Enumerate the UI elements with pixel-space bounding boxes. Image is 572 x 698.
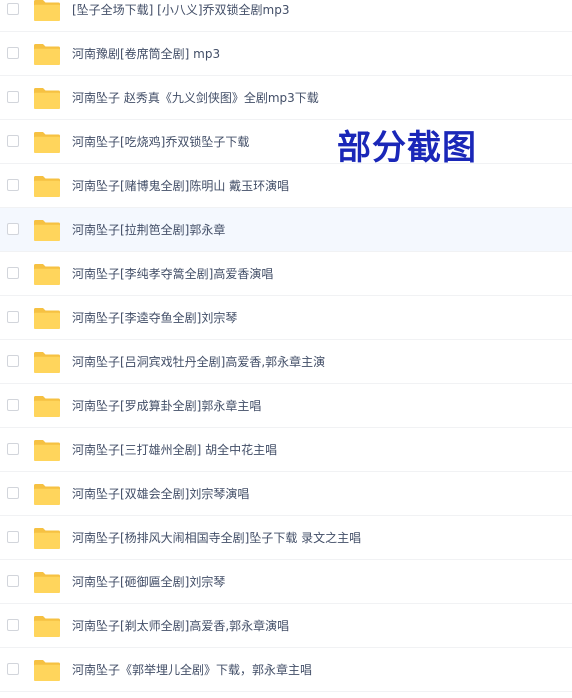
folder-icon (33, 350, 61, 374)
row-checkbox[interactable] (7, 531, 19, 543)
folder-icon (33, 218, 61, 242)
file-row[interactable]: [坠子全场下载] [小八义]乔双锁全剧mp3 (0, 0, 572, 32)
file-row[interactable]: 河南坠子[三打雄州全剧] 胡全中花主唱 (0, 428, 572, 472)
folder-icon-graphic (34, 352, 60, 373)
row-checkbox[interactable] (7, 575, 19, 587)
folder-icon (33, 570, 61, 594)
folder-icon-graphic (34, 308, 60, 329)
file-name-link[interactable]: 河南坠子[双雄会全剧]刘宗琴演唱 (72, 472, 249, 516)
folder-icon-graphic (34, 616, 60, 637)
row-checkbox[interactable] (7, 91, 19, 103)
watermark-text: 部分截图 (337, 128, 477, 168)
file-name-link[interactable]: 河南坠子[李纯孝夺篙全剧]高爱香演唱 (72, 252, 273, 296)
folder-icon (33, 658, 61, 682)
row-checkbox[interactable] (7, 487, 19, 499)
file-name-link[interactable]: 河南坠子《郭举埋儿全剧》下载，郭永章主唱 (72, 648, 312, 692)
row-checkbox[interactable] (7, 179, 19, 191)
file-name-link[interactable]: 河南坠子 赵秀真《九义剑侠图》全剧mp3下载 (72, 76, 319, 120)
folder-icon (33, 262, 61, 286)
file-name-link[interactable]: 河南坠子[吕洞宾戏牡丹全剧]高爱香,郭永章主演 (72, 340, 325, 384)
file-row[interactable]: 河南坠子[罗成算卦全剧]郭永章主唱 (0, 384, 572, 428)
row-checkbox[interactable] (7, 619, 19, 631)
file-name-link[interactable]: 河南坠子[罗成算卦全剧]郭永章主唱 (72, 384, 261, 428)
folder-icon (33, 526, 61, 550)
folder-icon-graphic (34, 264, 60, 285)
file-row[interactable]: 河南坠子[李逵夺鱼全剧]刘宗琴 (0, 296, 572, 340)
folder-icon (33, 86, 61, 110)
row-checkbox[interactable] (7, 135, 19, 147)
row-checkbox[interactable] (7, 267, 19, 279)
folder-icon (33, 482, 61, 506)
file-row[interactable]: 河南坠子[拉荆笆全剧]郭永章 (0, 208, 572, 252)
folder-icon-graphic (34, 396, 60, 417)
folder-icon-graphic (34, 44, 60, 65)
file-name-link[interactable]: 河南坠子[李逵夺鱼全剧]刘宗琴 (72, 296, 237, 340)
file-row[interactable]: 河南坠子[砸御匾全剧]刘宗琴 (0, 560, 572, 604)
file-row[interactable]: 河南豫剧[卷席筒全剧] mp3 (0, 32, 572, 76)
folder-icon (33, 306, 61, 330)
folder-icon (33, 438, 61, 462)
row-checkbox[interactable] (7, 223, 19, 235)
file-name-link[interactable]: 河南坠子[杨排风大闹相国寺全剧]坠子下载 录文之主唱 (72, 516, 361, 560)
row-checkbox[interactable] (7, 399, 19, 411)
folder-icon-graphic (34, 572, 60, 593)
file-row[interactable]: 河南坠子[吕洞宾戏牡丹全剧]高爱香,郭永章主演 (0, 340, 572, 384)
file-name-link[interactable]: 河南坠子[赌博鬼全剧]陈明山 戴玉环演唱 (72, 164, 289, 208)
folder-icon (33, 130, 61, 154)
folder-icon-graphic (34, 660, 60, 681)
folder-icon-graphic (34, 440, 60, 461)
file-name-link[interactable]: 河南坠子[剃太师全剧]高爱香,郭永章演唱 (72, 604, 289, 648)
row-checkbox[interactable] (7, 47, 19, 59)
file-name-link[interactable]: 河南坠子[三打雄州全剧] 胡全中花主唱 (72, 428, 277, 472)
file-row[interactable]: 河南坠子[杨排风大闹相国寺全剧]坠子下载 录文之主唱 (0, 516, 572, 560)
file-name-link[interactable]: 河南坠子[砸御匾全剧]刘宗琴 (72, 560, 225, 604)
folder-icon (33, 614, 61, 638)
file-list: [坠子全场下载] [小八义]乔双锁全剧mp3 河南豫剧[卷席筒全剧] mp3 河南坠… (0, 0, 572, 692)
folder-icon (33, 394, 61, 418)
file-row[interactable]: 河南坠子[李纯孝夺篙全剧]高爱香演唱 (0, 252, 572, 296)
file-name-link[interactable]: 河南坠子[拉荆笆全剧]郭永章 (72, 208, 225, 252)
file-row[interactable]: 河南坠子《郭举埋儿全剧》下载，郭永章主唱 (0, 648, 572, 692)
file-name-link[interactable]: 河南豫剧[卷席筒全剧] mp3 (72, 32, 220, 76)
folder-icon-graphic (34, 0, 60, 22)
file-row[interactable]: 河南坠子[剃太师全剧]高爱香,郭永章演唱 (0, 604, 572, 648)
folder-icon (33, 42, 61, 66)
row-checkbox[interactable] (7, 663, 19, 675)
row-checkbox[interactable] (7, 311, 19, 323)
folder-icon (33, 0, 61, 22)
folder-icon-graphic (34, 132, 60, 153)
folder-icon (33, 174, 61, 198)
file-row[interactable]: 河南坠子[吃烧鸡]乔双锁坠子下载 (0, 120, 572, 164)
folder-icon-graphic (34, 484, 60, 505)
row-checkbox[interactable] (7, 443, 19, 455)
file-row[interactable]: 河南坠子[双雄会全剧]刘宗琴演唱 (0, 472, 572, 516)
file-row[interactable]: 河南坠子[赌博鬼全剧]陈明山 戴玉环演唱 (0, 164, 572, 208)
row-checkbox[interactable] (7, 3, 19, 15)
folder-icon-graphic (34, 528, 60, 549)
folder-icon-graphic (34, 176, 60, 197)
row-checkbox[interactable] (7, 355, 19, 367)
folder-icon-graphic (34, 220, 60, 241)
file-name-link[interactable]: 河南坠子[吃烧鸡]乔双锁坠子下载 (72, 120, 249, 164)
file-name-link[interactable]: [坠子全场下载] [小八义]乔双锁全剧mp3 (72, 0, 289, 32)
folder-icon-graphic (34, 88, 60, 109)
file-row[interactable]: 河南坠子 赵秀真《九义剑侠图》全剧mp3下载 (0, 76, 572, 120)
